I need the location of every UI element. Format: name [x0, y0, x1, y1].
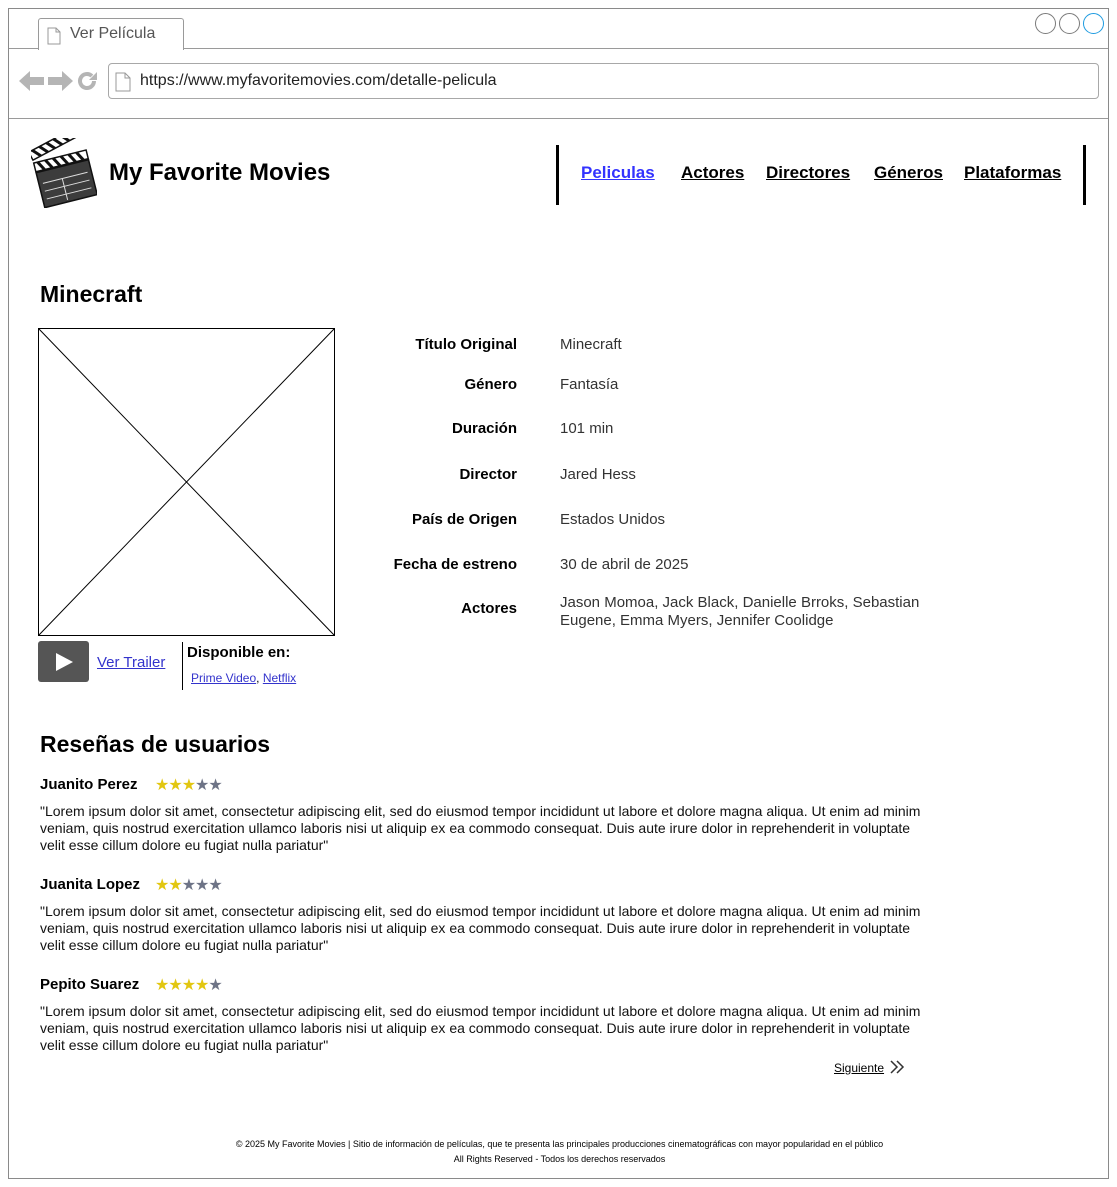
document-icon [47, 27, 61, 50]
trailer-link[interactable]: Ver Trailer [97, 654, 165, 671]
footer-rights: All Rights Reserved - Todos los derechos… [453, 1154, 666, 1164]
star-filled-icon: ★ [168, 977, 182, 994]
nav-peliculas[interactable]: Peliculas [581, 163, 655, 183]
play-icon [56, 653, 73, 671]
star-rating: ★★★★★ [155, 975, 223, 995]
star-filled-icon: ★ [181, 777, 196, 794]
star-filled-icon: ★ [155, 777, 169, 794]
review-author: Pepito Suarez [40, 976, 140, 993]
window-controls [1035, 13, 1104, 34]
tab-title: Ver Película [70, 25, 156, 42]
available-label: Disponible en: [187, 644, 291, 661]
star-empty-icon: ★ [208, 977, 222, 994]
back-arrow-icon[interactable] [19, 70, 45, 97]
star-rating: ★★★★★ [155, 875, 223, 895]
star-empty-icon: ★ [208, 877, 222, 894]
site-brand[interactable]: My Favorite Movies [109, 159, 330, 187]
navigation-controls [19, 69, 99, 98]
detail-value-duracion: 101 min [560, 420, 614, 437]
browser-window: Ver Película https://www.myfavoritemovie… [8, 8, 1109, 1179]
browser-tab[interactable]: Ver Película [38, 18, 184, 50]
platform-link-netflix[interactable]: Netflix [263, 671, 296, 685]
next-page-link[interactable]: Siguiente [834, 1061, 884, 1075]
detail-label-duracion: Duración [451, 420, 517, 437]
play-trailer-button[interactable] [38, 641, 89, 682]
platform-link-prime-video[interactable]: Prime Video [191, 671, 256, 685]
star-filled-icon: ★ [155, 877, 169, 894]
divider [182, 642, 183, 690]
review-text: "Lorem ipsum dolor sit amet, consectetur… [40, 1003, 921, 1053]
nav-generos[interactable]: Géneros [874, 163, 943, 183]
address-bar-row: https://www.myfavoritemovies.com/detalle… [9, 49, 1108, 119]
star-filled-icon: ★ [155, 977, 169, 994]
detail-label-fecha-estreno: Fecha de estreno [393, 556, 517, 573]
review-author: Juanito Perez [40, 776, 138, 793]
review-text: "Lorem ipsum dolor sit amet, consectetur… [40, 803, 921, 853]
url-field[interactable]: https://www.myfavoritemovies.com/detalle… [108, 63, 1099, 99]
star-filled-icon: ★ [168, 777, 182, 794]
detail-value-director: Jared Hess [560, 466, 636, 483]
detail-label-director: Director [459, 466, 517, 483]
detail-value-titulo-original: Minecraft [560, 336, 622, 353]
platform-separator: , [256, 671, 263, 685]
url-text: https://www.myfavoritemovies.com/detalle… [140, 72, 497, 89]
review-text: "Lorem ipsum dolor sit amet, consectetur… [40, 903, 921, 953]
movie-title: Minecraft [40, 281, 143, 307]
nav-actores[interactable]: Actores [681, 163, 744, 183]
detail-label-genero: Género [464, 376, 517, 393]
star-empty-icon: ★ [208, 777, 222, 794]
detail-value-genero: Fantasía [560, 376, 619, 393]
window-close-button[interactable] [1083, 13, 1104, 34]
footer-copyright: © 2025 My Favorite Movies | Sitio de inf… [235, 1139, 884, 1149]
review-author: Juanita Lopez [40, 876, 141, 893]
star-empty-icon: ★ [195, 877, 209, 894]
platform-list: Prime Video, Netflix [191, 671, 296, 685]
detail-label-titulo-original: Título Original [415, 336, 517, 353]
star-filled-icon: ★ [195, 977, 209, 994]
tab-bar: Ver Película [9, 9, 1108, 50]
nav-directores[interactable]: Directores [766, 163, 850, 183]
window-maximize-button[interactable] [1059, 13, 1080, 34]
detail-label-pais: País de Origen [411, 511, 517, 528]
star-empty-icon: ★ [181, 877, 196, 894]
detail-value-fecha-estreno: 30 de abril de 2025 [560, 556, 689, 573]
star-empty-icon: ★ [195, 777, 209, 794]
reload-icon[interactable] [75, 69, 99, 98]
detail-value-actores: Jason Momoa, Jack Black, Danielle Brroks… [560, 594, 920, 629]
main-nav: Peliculas Actores Directores Géneros Pla… [556, 145, 1086, 205]
reviews-heading: Reseñas de usuarios [40, 731, 271, 757]
double-chevron-right-icon[interactable] [889, 1059, 905, 1080]
image-placeholder-icon [38, 328, 336, 642]
detail-value-pais: Estados Unidos [560, 511, 666, 528]
document-icon [115, 72, 131, 97]
forward-arrow-icon[interactable] [47, 70, 73, 97]
nav-plataformas[interactable]: Plataformas [964, 163, 1061, 183]
detail-label-actores: Actores [461, 600, 517, 617]
star-filled-icon: ★ [168, 877, 182, 894]
star-filled-icon: ★ [181, 977, 196, 994]
star-rating: ★★★★★ [155, 775, 223, 795]
clapperboard-icon[interactable] [27, 125, 99, 213]
window-minimize-button[interactable] [1035, 13, 1056, 34]
